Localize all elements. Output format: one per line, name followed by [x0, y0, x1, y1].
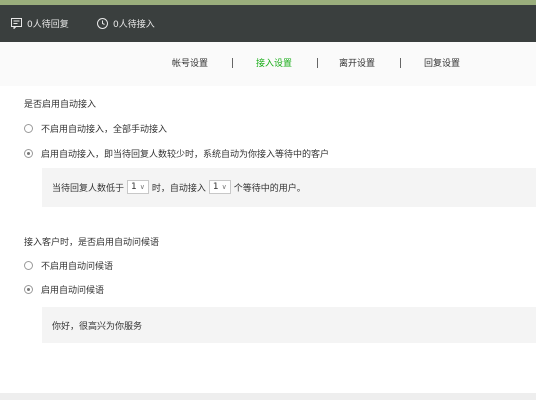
auto-connect-title: 是否启用自动接入	[24, 100, 97, 110]
tab-account-settings[interactable]: 帐号设置	[172, 42, 208, 86]
pending-connect-status[interactable]: 0人待接入	[97, 5, 155, 42]
tab-reply-settings[interactable]: 回复设置	[424, 42, 460, 86]
settings-panel: 是否启用自动接入 不启用自动接入，全部手动接入 启用自动接入，即当待回复人数较少…	[0, 86, 536, 393]
radio-button[interactable]	[24, 123, 33, 133]
greeting-on-option[interactable]: 启用自动问候语	[24, 282, 104, 296]
threshold-select[interactable]: 1 ∨	[127, 180, 149, 194]
auto-connect-on-label: 启用自动接入，即当待回复人数较少时，系统自动为你接入等待中的客户	[41, 149, 330, 160]
pending-reply-label: 0人待回复	[27, 20, 69, 30]
settings-tabs: 帐号设置 接入设置 离开设置 回复设置	[0, 42, 536, 87]
auto-connect-rule: 当待回复人数低于 1 ∨ 时，自动接入 1 ∨ 个等待中的用户。	[52, 179, 306, 195]
connect-count-select[interactable]: 1 ∨	[208, 180, 231, 194]
chevron-down-icon: ∨	[139, 183, 145, 191]
connect-count-value: 1	[212, 182, 219, 192]
pending-connect-label: 0人待接入	[113, 20, 155, 30]
greeting-off-option[interactable]: 不启用自动问候语	[24, 258, 113, 272]
auto-connect-on-option[interactable]: 启用自动接入，即当待回复人数较少时，系统自动为你接入等待中的客户	[24, 146, 329, 160]
greeting-off-label: 不启用自动问候语	[41, 261, 114, 272]
clock-icon	[97, 18, 108, 29]
tab-away-settings[interactable]: 离开设置	[339, 42, 375, 86]
bottom-band	[0, 393, 536, 400]
rule-suffix: 个等待中的用户。	[233, 183, 306, 194]
tab-separator	[232, 58, 233, 68]
greeting-title: 接入客户时，是否启用自动问候语	[24, 238, 160, 248]
greeting-message: 你好，很高兴为你服务	[52, 321, 143, 332]
rule-prefix: 当待回复人数低于	[52, 183, 125, 194]
radio-button-checked[interactable]	[24, 284, 33, 294]
rule-middle: 时，自动接入	[151, 183, 206, 194]
pending-reply-status[interactable]: 0人待回复	[11, 5, 69, 42]
message-icon	[11, 18, 22, 29]
tab-connect-settings[interactable]: 接入设置	[256, 42, 292, 86]
auto-connect-off-option[interactable]: 不启用自动接入，全部手动接入	[24, 121, 167, 135]
greeting-message-box[interactable]: 你好，很高兴为你服务	[42, 307, 536, 343]
radio-button[interactable]	[24, 260, 33, 270]
radio-button-checked[interactable]	[24, 148, 33, 158]
auto-connect-rule-box: 当待回复人数低于 1 ∨ 时，自动接入 1 ∨ 个等待中的用户。	[42, 168, 536, 207]
tab-separator	[317, 58, 318, 68]
greeting-on-label: 启用自动问候语	[41, 285, 105, 296]
auto-connect-off-label: 不启用自动接入，全部手动接入	[41, 124, 168, 135]
top-status-bar: 0人待回复 0人待接入	[0, 5, 536, 42]
tab-separator	[400, 58, 401, 68]
chevron-down-icon: ∨	[221, 183, 227, 191]
threshold-value: 1	[131, 182, 137, 192]
